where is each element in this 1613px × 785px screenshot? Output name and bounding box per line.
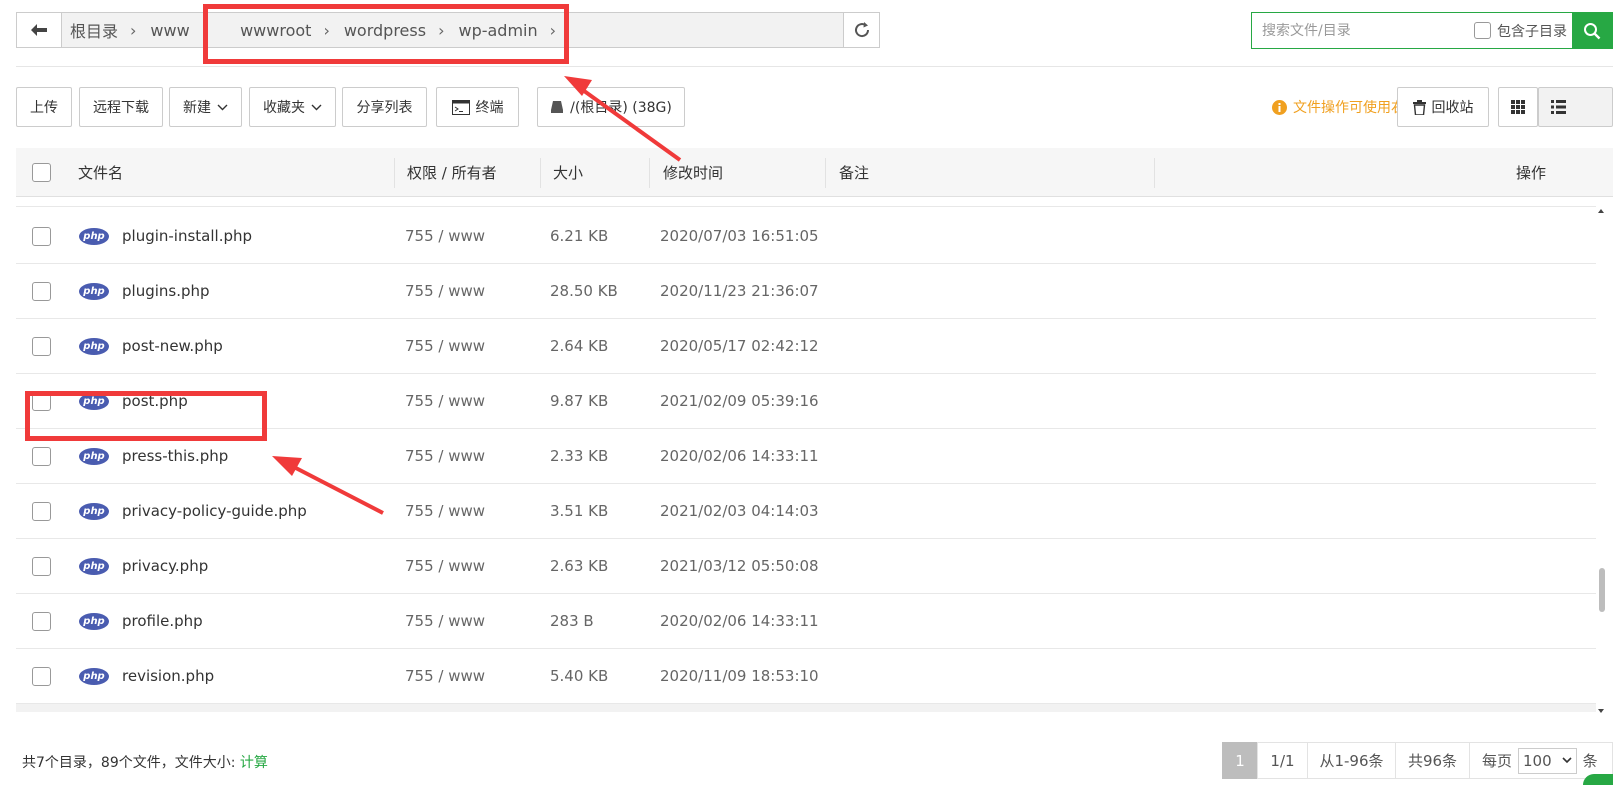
annotation-arrow-bottom bbox=[272, 456, 384, 515]
annotation-arrow-top bbox=[564, 76, 682, 162]
annotation-arrows bbox=[272, 76, 682, 515]
